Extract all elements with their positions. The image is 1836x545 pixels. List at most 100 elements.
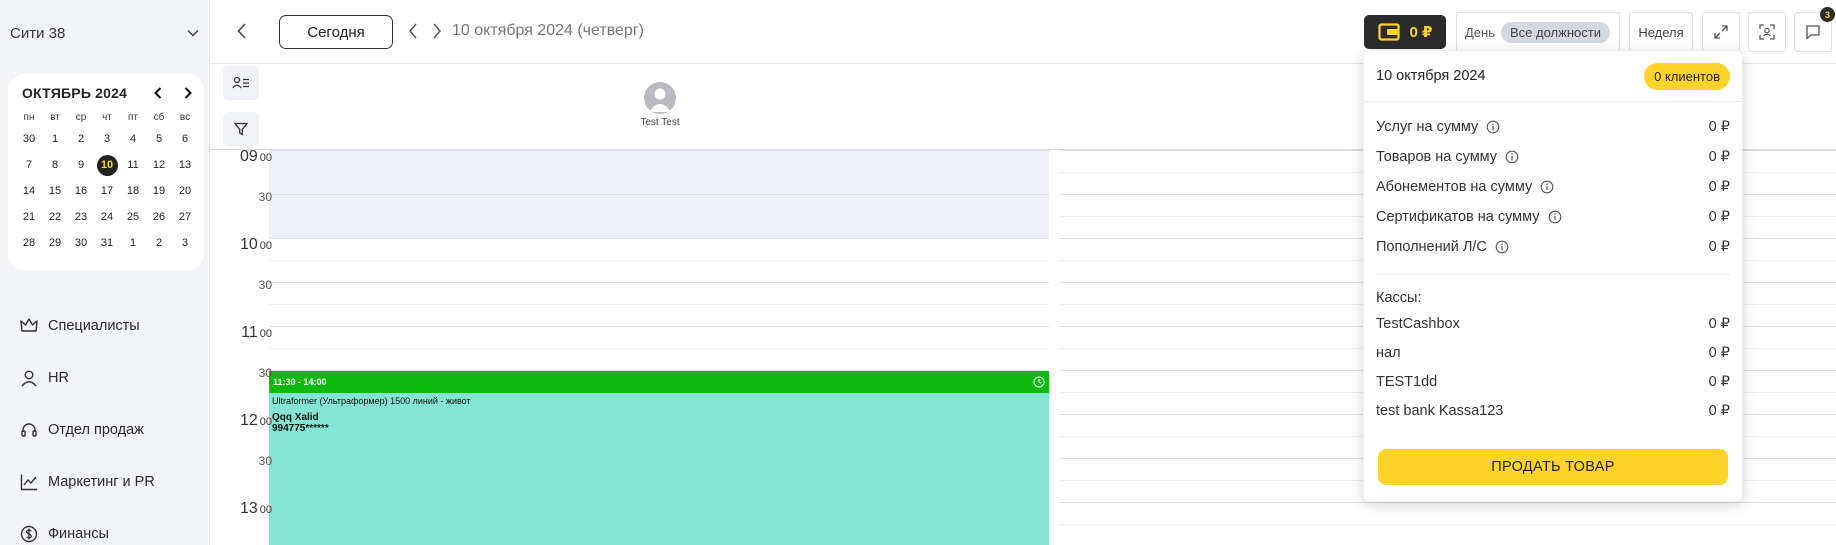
headset-icon bbox=[21, 423, 37, 437]
hour-value: 10 bbox=[239, 236, 258, 253]
info-icon[interactable] bbox=[1548, 210, 1562, 224]
calendar-day[interactable]: 26 bbox=[146, 204, 172, 230]
hour-value: 12 bbox=[239, 412, 258, 429]
calendar-day[interactable]: 25 bbox=[120, 204, 146, 230]
calendar-prev-button[interactable] bbox=[150, 85, 166, 101]
calendar-day[interactable]: 13 bbox=[172, 152, 198, 178]
half-hour-label: 30 bbox=[258, 278, 272, 292]
calendar-day-number: 22 bbox=[48, 211, 62, 223]
calendar-day[interactable]: 28 bbox=[16, 230, 42, 256]
calendar-day-number: 1 bbox=[129, 237, 137, 249]
calendar-day[interactable]: 1 bbox=[120, 230, 146, 256]
row-label: Абонементов на сумму bbox=[1376, 179, 1533, 195]
calendar-day[interactable]: 17 bbox=[94, 178, 120, 204]
calendar-day[interactable]: 21 bbox=[16, 204, 42, 230]
sum-row: Услуг на сумму 0 ₽ bbox=[1364, 112, 1742, 142]
calendar-day[interactable]: 29 bbox=[42, 230, 68, 256]
half-hour-label: 30 bbox=[258, 190, 272, 204]
info-icon[interactable] bbox=[1540, 180, 1554, 194]
cashbox-row: test bank Kassa123 0 ₽ bbox=[1364, 396, 1742, 425]
grid-line bbox=[269, 326, 1049, 327]
calendar-day[interactable]: 8 bbox=[42, 152, 68, 178]
branch-selector[interactable]: Сити 38 bbox=[10, 22, 200, 44]
weekday-label: чт bbox=[102, 111, 112, 123]
sidebar-item-dollar-circle[interactable]: Финансы bbox=[20, 508, 200, 545]
info-icon[interactable] bbox=[1495, 240, 1509, 254]
fullscreen-button[interactable] bbox=[1702, 12, 1740, 52]
sell-product-button[interactable]: ПРОДАТЬ ТОВАР bbox=[1378, 449, 1728, 485]
calendar-day[interactable]: 3 bbox=[172, 230, 198, 256]
next-day-button[interactable] bbox=[429, 20, 445, 42]
row-label: Сертификатов на сумму bbox=[1376, 209, 1540, 225]
sidebar-item-chart-line[interactable]: Маркетинг и PR bbox=[20, 456, 200, 508]
staff-name: Test Test bbox=[640, 117, 680, 128]
calendar-day[interactable]: 16 bbox=[68, 178, 94, 204]
calendar-day[interactable]: 7 bbox=[16, 152, 42, 178]
calendar-next-button[interactable] bbox=[180, 85, 196, 101]
calendar-day-number: 12 bbox=[152, 159, 166, 171]
sidebar-item-headset[interactable]: Отдел продаж bbox=[20, 404, 200, 456]
view-day-option[interactable]: День bbox=[1465, 25, 1495, 40]
staff-column-header[interactable]: Test Test bbox=[620, 82, 700, 128]
appointment-service: Ultraformer (Ультраформер) 1500 линий - … bbox=[272, 396, 471, 406]
hour-label: 10 00 bbox=[224, 236, 272, 254]
calendar-day[interactable]: 27 bbox=[172, 204, 198, 230]
calendar-day-number: 13 bbox=[178, 159, 192, 171]
prev-day-button[interactable] bbox=[405, 20, 421, 42]
calendar-day-number: 4 bbox=[129, 133, 137, 145]
today-button[interactable]: Сегодня bbox=[279, 15, 393, 49]
hour-label: 09 00 bbox=[224, 150, 272, 166]
calendar-day[interactable]: 2 bbox=[68, 126, 94, 152]
calendar-day[interactable]: 10 bbox=[94, 152, 120, 178]
info-icon[interactable] bbox=[1505, 150, 1519, 164]
message-icon bbox=[1806, 25, 1820, 40]
calendar-day[interactable]: 9 bbox=[68, 152, 94, 178]
cashboxes-list: TestCashbox 0 ₽ нал 0 ₽ TEST1dd 0 ₽ test bank … bbox=[1364, 309, 1742, 425]
calendar-day-number: 9 bbox=[77, 159, 85, 171]
calendar-day-number: 3 bbox=[103, 133, 111, 145]
popover-date: 10 октября 2024 bbox=[1376, 68, 1486, 84]
wallet-amount: 0 ₽ bbox=[1409, 24, 1433, 41]
sum-row: Пополнений Л/С 0 ₽ bbox=[1364, 232, 1742, 262]
calendar-day[interactable]: 30 bbox=[16, 126, 42, 152]
calendar-day[interactable]: 24 bbox=[94, 204, 120, 230]
grid-line bbox=[269, 304, 1049, 305]
calendar-day[interactable]: 4 bbox=[120, 126, 146, 152]
weekday-label: вт bbox=[50, 111, 60, 123]
calendar-day[interactable]: 6 bbox=[172, 126, 198, 152]
calendar-day-number: 14 bbox=[22, 185, 36, 197]
positions-filter[interactable]: Все должности bbox=[1501, 21, 1610, 43]
calendar-day[interactable]: 22 bbox=[42, 204, 68, 230]
face-scan-button[interactable] bbox=[1748, 12, 1786, 52]
calendar-day[interactable]: 11 bbox=[120, 152, 146, 178]
calendar-day[interactable]: 30 bbox=[68, 230, 94, 256]
notifications-button[interactable]: 3 bbox=[1794, 7, 1835, 52]
info-icon[interactable] bbox=[1486, 120, 1500, 134]
calendar-day[interactable]: 5 bbox=[146, 126, 172, 152]
calendar-day[interactable]: 3 bbox=[94, 126, 120, 152]
calendar-day[interactable]: 31 bbox=[94, 230, 120, 256]
appointment-card[interactable]: 11:30 - 14:00 Ultraformer (Ультраформер)… bbox=[269, 371, 1049, 545]
sidebar-item-label: HR bbox=[48, 370, 69, 386]
row-value: 0 ₽ bbox=[1708, 239, 1730, 255]
calendar-day[interactable]: 14 bbox=[16, 178, 42, 204]
calendar-day[interactable]: 12 bbox=[146, 152, 172, 178]
calendar-day[interactable]: 18 bbox=[120, 178, 146, 204]
calendar-day[interactable]: 1 bbox=[42, 126, 68, 152]
calendar-day[interactable]: 19 bbox=[146, 178, 172, 204]
staff-list-button[interactable] bbox=[223, 66, 259, 100]
calendar-day[interactable]: 23 bbox=[68, 204, 94, 230]
calendar-day-number: 17 bbox=[100, 185, 114, 197]
sidebar-item-crown[interactable]: Специалисты bbox=[20, 300, 200, 352]
mini-calendar: ОКТЯБРЬ 2024 пн вт ср чт пт сб вс 30 1 2 3 4 5 6 7 8 9 10… bbox=[8, 74, 204, 270]
wallet-button[interactable]: 0 ₽ bbox=[1364, 15, 1446, 49]
view-week-button[interactable]: Неделя bbox=[1629, 12, 1693, 52]
sidebar-item-user[interactable]: HR bbox=[20, 352, 200, 404]
back-button[interactable] bbox=[232, 20, 252, 42]
calendar-day[interactable]: 2 bbox=[146, 230, 172, 256]
calendar-day[interactable]: 15 bbox=[42, 178, 68, 204]
calendar-day[interactable]: 20 bbox=[172, 178, 198, 204]
filter-button[interactable] bbox=[223, 112, 259, 146]
clients-badge[interactable]: 0 клиентов bbox=[1644, 62, 1730, 90]
row-value: 0 ₽ bbox=[1708, 402, 1730, 419]
